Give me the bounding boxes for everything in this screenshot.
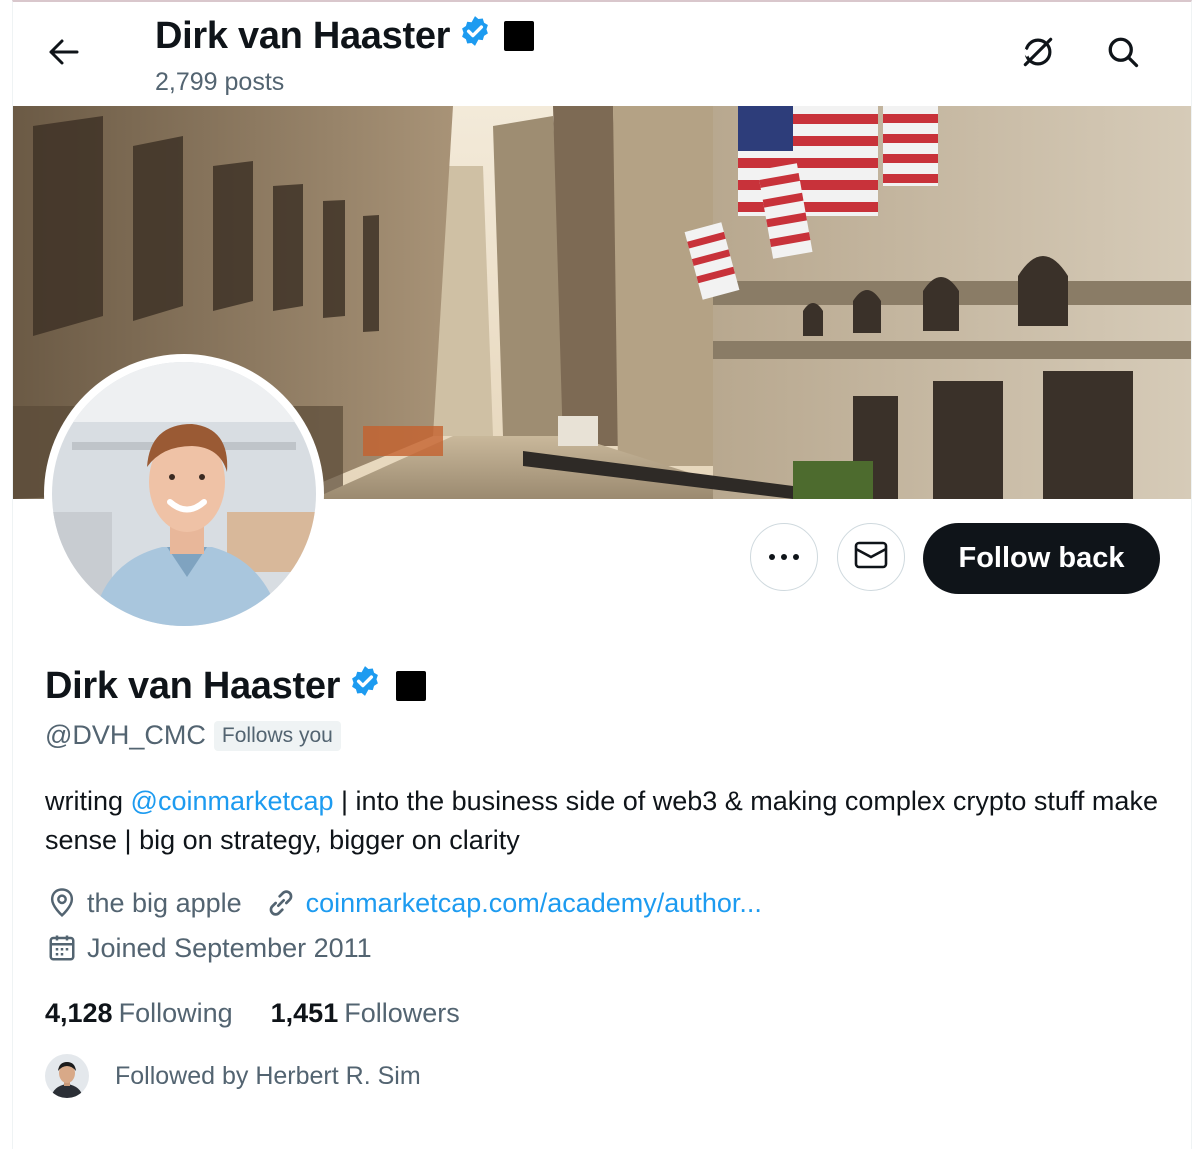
bio-mention-link[interactable]: @coinmarketcap	[131, 786, 334, 816]
link-icon	[264, 886, 298, 920]
following-label: Following	[118, 998, 233, 1028]
header-display-name: Dirk van Haaster	[155, 14, 451, 57]
search-button[interactable]	[1101, 32, 1145, 76]
profile-header: Dirk van Haaster 2,799 posts	[0, 0, 1200, 106]
profile-display-name: Dirk van Haaster	[45, 664, 341, 707]
search-icon	[1105, 34, 1141, 75]
header-action-button[interactable]	[1016, 32, 1060, 76]
handle-row: @DVH_CMC Follows you	[45, 720, 341, 751]
profile-bio: writing @coinmarketcap | into the busine…	[45, 782, 1165, 860]
location-pin-icon	[45, 886, 79, 920]
avatar-image	[52, 362, 316, 626]
meta-location-website: the big apple coinmarketcap.com/academy/…	[45, 886, 762, 920]
posts-count: 2,799 posts	[155, 68, 285, 96]
disconnect-icon	[1019, 33, 1057, 76]
follower-avatar[interactable]	[45, 1054, 89, 1098]
follow-back-button[interactable]: Follow back	[923, 523, 1160, 594]
affiliation-badge[interactable]	[396, 671, 427, 701]
calendar-icon	[45, 931, 79, 965]
followed-by-text: Followed by Herbert R. Sim	[115, 1061, 421, 1090]
bio-prefix: writing	[45, 786, 131, 816]
followers-label: Followers	[344, 998, 460, 1028]
following-link[interactable]: 4,128 Following	[45, 998, 233, 1029]
back-button[interactable]	[40, 32, 88, 76]
profile-website-link[interactable]: coinmarketcap.com/academy/author...	[306, 888, 762, 919]
more-dots-icon	[768, 548, 800, 566]
follow-stats: 4,128 Following 1,451 Followers	[45, 998, 460, 1029]
message-button[interactable]	[837, 523, 905, 591]
profile-handle: @DVH_CMC	[45, 720, 206, 750]
followers-link[interactable]: 1,451 Followers	[271, 998, 460, 1029]
envelope-icon	[854, 540, 888, 575]
profile-avatar[interactable]	[44, 354, 324, 634]
following-count: 4,128	[45, 998, 113, 1028]
followers-count: 1,451	[270, 998, 339, 1028]
profile-location: the big apple	[87, 887, 242, 918]
profile-name-row: Dirk van Haaster	[45, 664, 427, 708]
affiliation-badge[interactable]	[504, 21, 535, 51]
verified-badge-icon[interactable]	[458, 14, 492, 58]
header-title: Dirk van Haaster	[155, 14, 535, 58]
arrow-left-icon	[48, 38, 80, 71]
profile-joined-date: Joined September 2011	[87, 932, 372, 963]
follows-you-badge: Follows you	[213, 720, 341, 751]
followed-by-row[interactable]: Followed by Herbert R. Sim	[45, 1054, 421, 1098]
verified-badge-icon[interactable]	[348, 664, 382, 708]
more-options-button[interactable]	[750, 523, 818, 591]
meta-joined: Joined September 2011	[45, 931, 372, 965]
